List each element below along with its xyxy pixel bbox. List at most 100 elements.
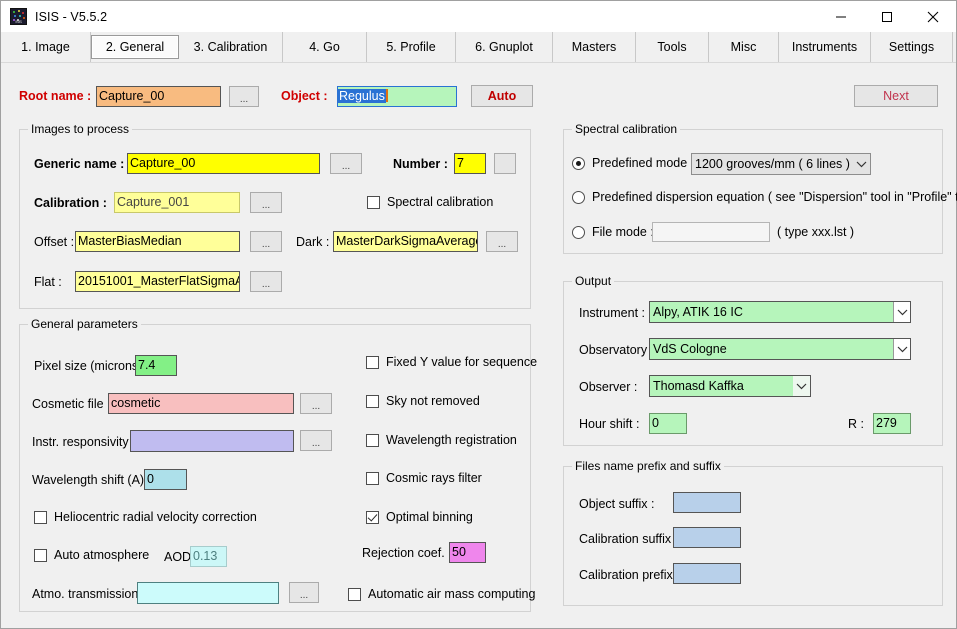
r-label: R :: [848, 417, 864, 431]
wavelength-shift-input[interactable]: 0: [144, 469, 187, 490]
rejection-coef-label: Rejection coef. :: [362, 546, 452, 560]
hour-shift-input[interactable]: 0: [649, 413, 687, 434]
observer-label: Observer :: [579, 380, 637, 394]
sky-not-removed-checkbox[interactable]: Sky not removed: [366, 394, 480, 408]
tab-tools[interactable]: Tools: [636, 32, 709, 62]
cosmetic-file-label: Cosmetic file :: [32, 397, 111, 411]
instr-responsivity-label: Instr. responsivity :: [32, 435, 136, 449]
text-caret: [386, 89, 388, 102]
root-name-browse-button[interactable]: ...: [229, 86, 259, 107]
offset-browse-button[interactable]: ...: [250, 231, 282, 252]
root-name-input[interactable]: Capture_00: [96, 86, 221, 107]
file-mode-radio[interactable]: File mode :: [572, 225, 654, 239]
wavelength-registration-checkbox[interactable]: Wavelength registration: [366, 433, 517, 447]
checkbox-box: [366, 434, 379, 447]
tab-2-general[interactable]: 2. General: [91, 35, 179, 59]
generic-name-browse-button[interactable]: ...: [330, 153, 362, 174]
object-input-value: Regulus: [338, 89, 386, 103]
tab-label: Masters: [572, 40, 616, 54]
atmo-transmission-browse-button[interactable]: ...: [289, 582, 319, 603]
atmo-transmission-input[interactable]: [137, 582, 279, 604]
chevron-down-icon: [853, 154, 870, 174]
flat-input[interactable]: 20151001_MasterFlatSigmaAvera: [75, 271, 240, 292]
heliocentric-correction-label: Heliocentric radial velocity correction: [54, 510, 257, 524]
optimal-binning-checkbox[interactable]: Optimal binning: [366, 510, 473, 524]
automatic-air-mass-label: Automatic air mass computing: [368, 587, 535, 601]
aod-input[interactable]: 0.13: [190, 546, 227, 567]
instrument-select[interactable]: Alpy, ATIK 16 IC: [649, 301, 911, 323]
isis-app-icon: ISIS: [10, 8, 27, 25]
files-prefix-suffix-caption: Files name prefix and suffix: [572, 459, 724, 473]
tab-6-gnuplot[interactable]: 6. Gnuplot: [456, 32, 553, 62]
heliocentric-correction-checkbox[interactable]: Heliocentric radial velocity correction: [34, 510, 257, 524]
checkbox-box: [367, 196, 380, 209]
tab-label: 2. General: [106, 40, 164, 54]
number-input[interactable]: 7: [454, 153, 486, 174]
number-spin-button[interactable]: [494, 153, 516, 174]
auto-button[interactable]: Auto: [471, 85, 533, 107]
number-label: Number :: [393, 157, 448, 171]
maximize-icon[interactable]: [864, 1, 910, 32]
tab-masters[interactable]: Masters: [553, 32, 636, 62]
tab-instruments[interactable]: Instruments: [779, 32, 871, 62]
calibration-prefix-input[interactable]: [673, 563, 741, 584]
offset-input[interactable]: MasterBiasMedian: [75, 231, 240, 252]
calibration-input[interactable]: Capture_001: [114, 192, 240, 213]
observer-select[interactable]: Thomasd Kaffka: [649, 375, 811, 397]
automatic-air-mass-checkbox[interactable]: Automatic air mass computing: [348, 587, 535, 601]
tab-settings[interactable]: Settings: [871, 32, 953, 62]
pixel-size-input[interactable]: 7.4: [135, 355, 177, 376]
instr-responsivity-browse-button[interactable]: ...: [300, 430, 332, 451]
tab-label: 3. Calibration: [194, 40, 268, 54]
cosmic-rays-filter-checkbox[interactable]: Cosmic rays filter: [366, 471, 482, 485]
radio-circle: [572, 157, 585, 170]
generic-name-input[interactable]: Capture_00: [127, 153, 320, 174]
file-mode-label: File mode :: [592, 225, 654, 239]
dark-label: Dark :: [296, 235, 329, 249]
tab-misc[interactable]: Misc: [709, 32, 779, 62]
calibration-browse-button[interactable]: ...: [250, 192, 282, 213]
predefined-mode-select[interactable]: 1200 grooves/mm ( 6 lines ): [691, 153, 871, 175]
tab-1-image[interactable]: 1. Image: [1, 32, 91, 62]
fixed-y-value-checkbox[interactable]: Fixed Y value for sequence: [366, 355, 537, 369]
images-to-process-caption: Images to process: [28, 122, 132, 136]
cosmetic-file-input[interactable]: cosmetic: [108, 393, 294, 414]
minimize-icon[interactable]: [818, 1, 864, 32]
close-icon[interactable]: [910, 1, 956, 32]
dispersion-equation-label: Predefined dispersion equation ( see "Di…: [592, 190, 957, 204]
instr-responsivity-input[interactable]: [130, 430, 294, 452]
wavelength-shift-label: Wavelength shift (A) :: [32, 473, 151, 487]
dark-input[interactable]: MasterDarkSigmaAverage_12: [333, 231, 478, 252]
cosmetic-file-browse-button[interactable]: ...: [300, 393, 332, 414]
object-input[interactable]: Regulus: [337, 86, 457, 107]
file-mode-input[interactable]: [652, 222, 770, 242]
tab-label: Instruments: [792, 40, 857, 54]
window-controls: [818, 1, 956, 32]
next-button[interactable]: Next: [854, 85, 938, 107]
spectral-calibration-checkbox[interactable]: Spectral calibration: [367, 195, 493, 209]
dispersion-equation-radio[interactable]: Predefined dispersion equation ( see "Di…: [572, 190, 957, 204]
generic-name-label: Generic name :: [34, 157, 124, 171]
observatory-label: Observatory :: [579, 343, 654, 357]
predefined-mode-radio[interactable]: Predefined mode: [572, 156, 687, 170]
tab-label: 4. Go: [309, 40, 340, 54]
tab-5-profile[interactable]: 5. Profile: [367, 32, 456, 62]
flat-label: Flat :: [34, 275, 62, 289]
pixel-size-label: Pixel size (microns) :: [34, 359, 149, 373]
object-label: Object :: [281, 89, 328, 103]
tab-4-go[interactable]: 4. Go: [283, 32, 367, 62]
rejection-coef-input[interactable]: 50: [449, 542, 486, 563]
tab-label: Tools: [657, 40, 686, 54]
window-title: ISIS - V5.5.2: [35, 10, 107, 24]
auto-atmosphere-checkbox[interactable]: Auto atmosphere: [34, 548, 149, 562]
observatory-select[interactable]: VdS Cologne: [649, 338, 911, 360]
observatory-value: VdS Cologne: [650, 342, 893, 356]
r-input[interactable]: 279: [873, 413, 911, 434]
predefined-mode-label: Predefined mode: [592, 156, 687, 170]
dark-browse-button[interactable]: ...: [486, 231, 518, 252]
tab-label: 5. Profile: [386, 40, 435, 54]
object-suffix-input[interactable]: [673, 492, 741, 513]
calibration-suffix-input[interactable]: [673, 527, 741, 548]
flat-browse-button[interactable]: ...: [250, 271, 282, 292]
tab-3-calibration[interactable]: 3. Calibration: [179, 32, 283, 62]
